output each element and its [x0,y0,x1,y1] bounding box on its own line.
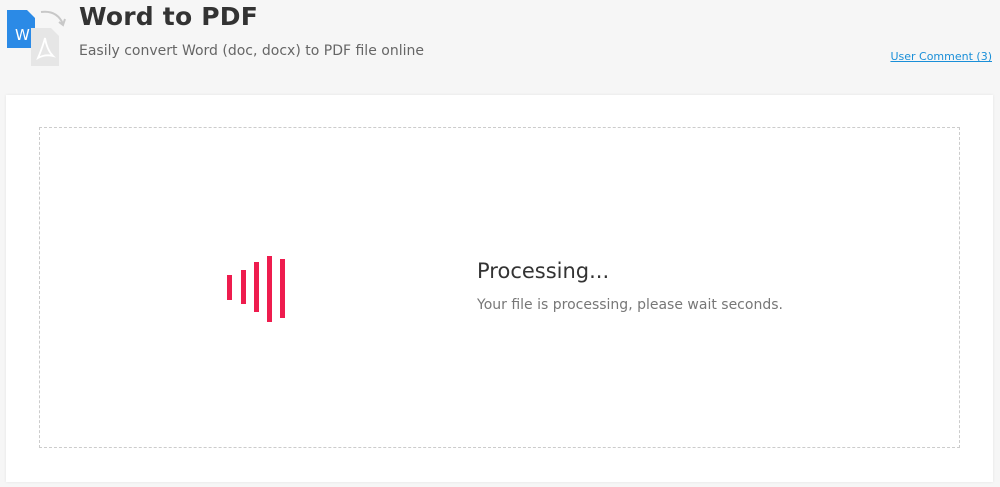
page-subtitle: Easily convert Word (doc, docx) to PDF f… [79,43,424,59]
processing-description: Your file is processing, please wait sec… [477,297,783,313]
converter-card: Processing... Your file is processing, p… [6,95,993,482]
processing-title: Processing... [477,259,610,283]
file-dropzone[interactable]: Processing... Your file is processing, p… [39,127,960,448]
word-to-pdf-logo-icon: W [7,10,66,66]
processing-status: Processing... Your file is processing, p… [477,259,783,313]
page-title: Word to PDF [79,2,258,31]
page-header: W Word to PDF Easily convert Word (doc, … [0,0,1000,95]
user-comment-link[interactable]: User Comment (3) [890,50,992,63]
processing-spinner-icon [227,256,285,322]
word-letter: W [15,26,30,44]
